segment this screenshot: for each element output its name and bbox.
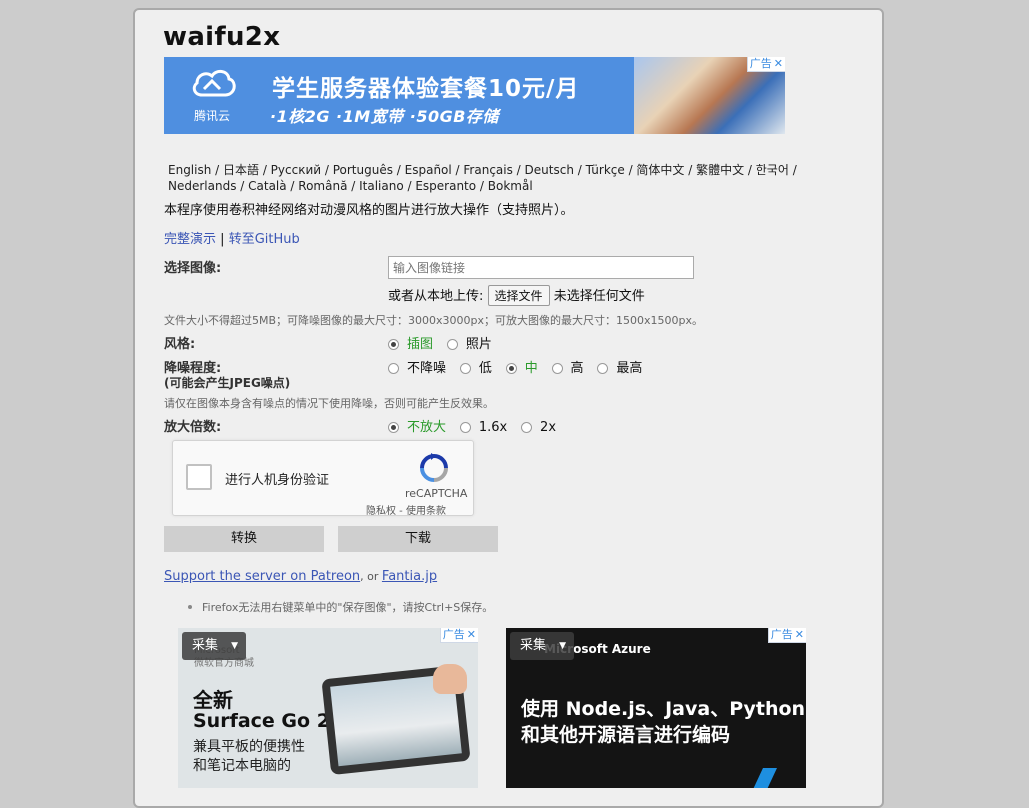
- select-image-label: 选择图像:: [164, 261, 222, 276]
- page-title: waifu2x: [163, 22, 281, 52]
- patreon-link[interactable]: Support the server on Patreon: [164, 569, 360, 584]
- surface-ad[interactable]: Microsoft 微软官方商城 全新 Surface Go 2 兼具平板的便携…: [178, 628, 478, 788]
- azure-ad-headline1: 使用 Node.js、Java、Python: [521, 698, 806, 720]
- style-option-photo[interactable]: 照片: [466, 337, 492, 352]
- scale-radio-none[interactable]: [388, 422, 399, 433]
- bullet-icon: [188, 605, 192, 609]
- size-hint: 文件大小不得超过5MB；可降噪图像的最大尺寸：3000x3000px；可放大图像…: [164, 314, 704, 327]
- azure-ad-headline2: 和其他开源语言进行编码: [521, 724, 731, 746]
- tencent-cloud-logo-icon: [192, 70, 236, 97]
- hand-image: [433, 664, 467, 694]
- noise-option-highest[interactable]: 最高: [616, 361, 642, 376]
- style-option-illustration[interactable]: 插图: [407, 337, 433, 352]
- ad-tag[interactable]: 广告 ✕: [767, 628, 806, 643]
- language-list[interactable]: English / 日本語 / Русский / Português / Es…: [168, 162, 848, 194]
- noise-sublabel: (可能会产生JPEG噪点): [164, 376, 291, 390]
- noise-option-none[interactable]: 不降噪: [407, 361, 446, 376]
- download-button[interactable]: 下载: [338, 526, 498, 552]
- scale-option-1-6x[interactable]: 1.6x: [479, 420, 507, 435]
- close-icon[interactable]: ✕: [774, 57, 783, 70]
- scale-option-none[interactable]: 不放大: [407, 420, 446, 435]
- noise-option-medium[interactable]: 中: [525, 361, 538, 376]
- noise-radio-none[interactable]: [388, 363, 399, 374]
- recaptcha-terms[interactable]: 隐私权 - 使用条款: [366, 502, 446, 517]
- noise-hint: 请仅在图像本身含有噪点的情况下使用降噪，否则可能产生反效果。: [164, 397, 494, 410]
- choose-file-button[interactable]: 选择文件: [487, 285, 550, 306]
- image-url-input[interactable]: [388, 256, 694, 279]
- style-radio-illustration[interactable]: [388, 339, 399, 350]
- scale-options: 不放大 1.6x 2x: [388, 416, 566, 435]
- banner-brand: 腾讯云: [194, 109, 231, 123]
- noise-option-low[interactable]: 低: [479, 361, 492, 376]
- scale-radio-1-6x[interactable]: [459, 422, 471, 433]
- noise-radio-medium[interactable]: [505, 363, 517, 374]
- noise-radio-highest[interactable]: [597, 363, 609, 374]
- local-upload-row: 或者从本地上传: 选择文件 未选择任何文件: [388, 285, 645, 306]
- collect-button[interactable]: 采集 ▼: [510, 632, 574, 660]
- fantia-link[interactable]: Fantia.jp: [382, 569, 437, 584]
- caret-down-icon: ▼: [559, 641, 566, 651]
- azure-ad[interactable]: Microsoft Azure 使用 Node.js、Java、Python 和…: [506, 628, 806, 788]
- demo-link[interactable]: 完整演示: [164, 232, 216, 247]
- recaptcha-brand: reCAPTCHA: [405, 487, 468, 500]
- collect-button[interactable]: 采集 ▼: [182, 632, 246, 660]
- noise-radio-high[interactable]: [551, 363, 563, 374]
- link-separator: |: [220, 232, 225, 247]
- noise-radio-low[interactable]: [459, 363, 471, 374]
- surface-ad-headline2: Surface Go 2: [193, 710, 330, 732]
- surface-ad-body: 兼具平板的便携性 和笔记本电脑的: [193, 739, 305, 774]
- style-options: 插图 照片: [388, 333, 502, 352]
- github-link[interactable]: 转至GitHub: [229, 232, 300, 247]
- recaptcha-label: 进行人机身份验证: [225, 473, 330, 488]
- ad-tag[interactable]: 广告 ✕: [746, 57, 785, 72]
- banner-ad[interactable]: 腾讯云 学生服务器体验套餐10元/月 ·1核2G ·1M宽带 ·50GB存储 广…: [164, 57, 785, 134]
- top-links: 完整演示 | 转至GitHub: [164, 228, 300, 247]
- banner-headline: 学生服务器体验套餐10元/月: [272, 76, 580, 102]
- scale-option-2x[interactable]: 2x: [540, 420, 556, 435]
- scale-label: 放大倍数:: [164, 420, 222, 435]
- noise-option-high[interactable]: 高: [571, 361, 584, 376]
- caret-down-icon: ▼: [231, 641, 238, 651]
- support-line: Support the server on Patreon, or Fantia…: [164, 569, 437, 584]
- support-or: , or: [360, 570, 382, 583]
- style-label: 风格:: [164, 337, 196, 352]
- no-file-text: 未选择任何文件: [553, 289, 645, 304]
- convert-button[interactable]: 转换: [164, 526, 324, 552]
- close-icon[interactable]: ✕: [795, 628, 804, 641]
- local-upload-label: 或者从本地上传:: [388, 289, 484, 304]
- description: 本程序使用卷积神经网络对动漫风格的图片进行放大操作（支持照片）。: [164, 203, 574, 218]
- azure-logo-icon: [749, 768, 777, 788]
- surface-ad-headline1: 全新: [193, 688, 233, 712]
- firefox-note: Firefox无法用右键菜单中的"保存图像"，请按Ctrl+S保存。: [188, 599, 493, 615]
- style-radio-photo[interactable]: [446, 339, 458, 350]
- recaptcha-logo-icon: [420, 453, 448, 482]
- banner-subline: ·1核2G ·1M宽带 ·50GB存储: [270, 107, 499, 126]
- recaptcha-checkbox[interactable]: [186, 464, 212, 490]
- firefox-note-text: Firefox无法用右键菜单中的"保存图像"，请按Ctrl+S保存。: [202, 601, 494, 614]
- recaptcha-widget: 进行人机身份验证 reCAPTCHA 隐私权 - 使用条款: [172, 440, 474, 517]
- noise-options: 不降噪 低 中 高 最高: [388, 357, 652, 376]
- scale-radio-2x[interactable]: [521, 422, 533, 433]
- ad-tag[interactable]: 广告 ✕: [439, 628, 478, 643]
- close-icon[interactable]: ✕: [467, 628, 476, 641]
